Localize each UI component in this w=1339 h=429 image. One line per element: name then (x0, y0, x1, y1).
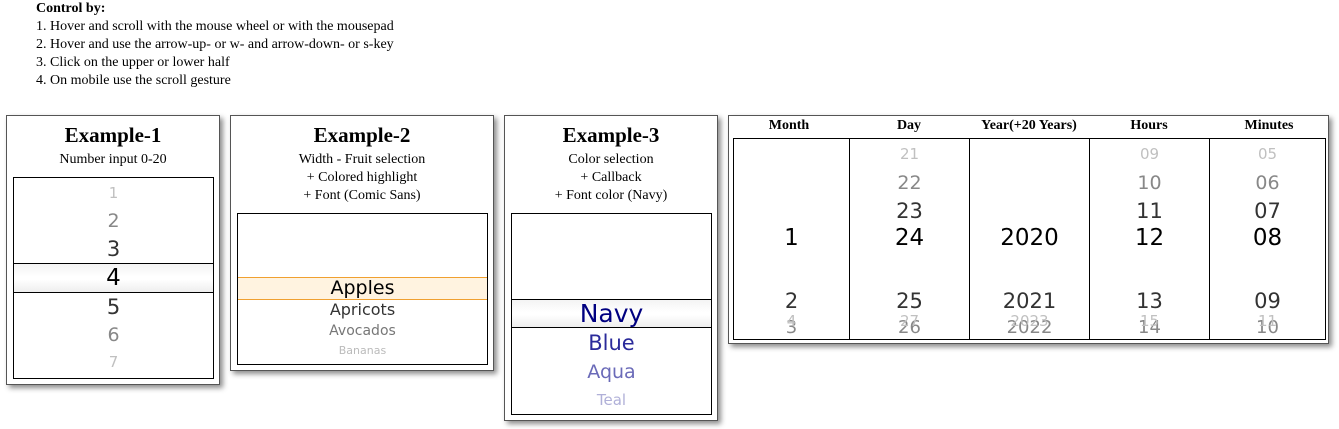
wheel-item[interactable]: 21 (850, 143, 969, 165)
example-3-subtitle-line: Color selection (568, 152, 654, 167)
instruction-line: 2. Hover and use the arrow-up- or w- and… (36, 37, 394, 52)
example-2-subtitle-line: + Font (Comic Sans) (303, 188, 421, 203)
wheel-item[interactable]: 1 (14, 181, 213, 205)
wheel-item[interactable]: 2023 (969, 309, 1090, 333)
instruction-line: 4. On mobile use the scroll gesture (36, 73, 231, 88)
number-wheel[interactable]: 1 2 3 4 5 6 7 (13, 177, 214, 379)
wheel-item[interactable]: 4 (733, 309, 850, 333)
hours-selected[interactable]: 12 (1089, 223, 1210, 253)
month-selected[interactable]: 1 (733, 223, 850, 253)
day-selected[interactable]: 24 (849, 223, 970, 253)
wheel-item[interactable]: 27 (849, 309, 970, 333)
example-2-card: Example-2 Width - Fruit selection + Colo… (230, 115, 494, 371)
wheel-item[interactable]: 22 (850, 169, 969, 197)
wheel-item[interactable]: 09 (1090, 143, 1209, 165)
example-3-card: Example-3 Color selection + Callback + F… (504, 115, 718, 421)
wheel-item[interactable]: 6 (14, 321, 213, 349)
wheel-item-selected[interactable]: Navy (512, 299, 711, 328)
wheel-item[interactable]: 15 (1089, 309, 1210, 333)
fruit-wheel[interactable]: Apples Apricots Avocados Bananas (237, 213, 488, 365)
minutes-header: Minutes (1244, 118, 1294, 133)
example-3-subtitle-line: + Font color (Navy) (554, 188, 668, 203)
wheel-item[interactable]: 2 (14, 207, 213, 235)
wheel-item[interactable]: Avocados (238, 321, 487, 341)
wheel-item[interactable]: Bananas (238, 342, 487, 360)
wheel-item[interactable]: 23 (850, 197, 969, 225)
example-2-title: Example-2 (313, 123, 411, 147)
instructions-heading: Control by: (36, 1, 106, 16)
wheel-item[interactable]: Teal (512, 387, 711, 413)
wheel-item[interactable]: Apricots (238, 300, 487, 320)
wheel-item[interactable]: 05 (1210, 143, 1325, 165)
instruction-line: 3. Click on the upper or lower half (36, 55, 230, 70)
day-header: Day (896, 118, 922, 133)
example-2-subtitle-line: + Colored highlight (306, 170, 418, 185)
instruction-line: 1. Hover and scroll with the mouse wheel… (36, 19, 394, 34)
example-3-subtitle-line: + Callback (580, 170, 642, 185)
wheel-item-selected[interactable]: Apples (238, 277, 487, 300)
wheel-item[interactable]: 11 (1209, 309, 1326, 333)
color-wheel[interactable]: Navy Blue Aqua Teal (511, 213, 712, 415)
wheel-item[interactable]: 7 (14, 350, 213, 374)
month-header: Month (768, 118, 810, 133)
wheel-item[interactable]: 11 (1090, 197, 1209, 225)
example-3-title: Example-3 (562, 123, 660, 147)
wheel-item[interactable]: 07 (1210, 197, 1325, 225)
instructions: Control by: 1. Hover and scroll with the… (36, 0, 394, 90)
wheel-item-selected[interactable]: 4 (14, 263, 213, 293)
wheel-item[interactable]: 10 (1090, 169, 1209, 197)
example-1-subtitle: Number input 0-20 (59, 152, 167, 167)
example-1-title: Example-1 (64, 123, 162, 147)
hours-header: Hours (1130, 118, 1168, 133)
example-1-card: Example-1 Number input 0-20 1 2 3 4 5 6 … (6, 115, 220, 385)
year-header: Year(+20 Years) (981, 118, 1077, 133)
example-2-subtitle-line: Width - Fruit selection (298, 152, 426, 167)
datetime-picker-card: Month Day Year(+20 Years) Hours Minutes … (728, 115, 1329, 344)
minutes-selected[interactable]: 08 (1209, 223, 1326, 253)
wheel-item[interactable]: 5 (14, 293, 213, 321)
wheel-item[interactable]: Aqua (512, 358, 711, 386)
year-selected[interactable]: 2020 (969, 223, 1090, 253)
wheel-item[interactable]: Blue (512, 329, 711, 358)
wheel-item[interactable]: 3 (14, 235, 213, 263)
wheel-item[interactable]: 06 (1210, 169, 1325, 197)
